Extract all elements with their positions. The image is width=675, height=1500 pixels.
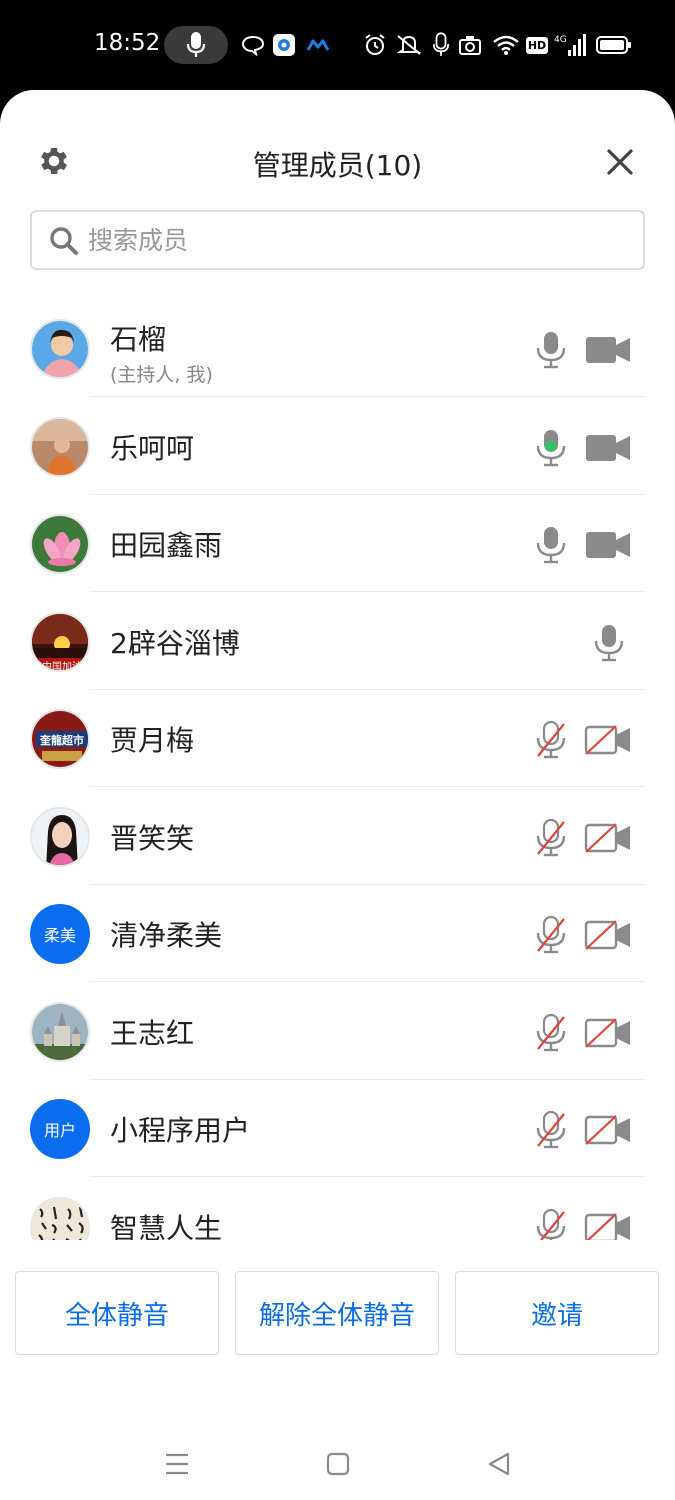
avatar [30,514,90,574]
mic-muted-icon[interactable] [534,818,568,858]
search-icon [50,227,78,255]
member-name: 乐呵呵 [110,431,195,465]
search-input[interactable] [88,220,628,260]
member-row[interactable]: 乐呵呵 [0,398,675,495]
camera-off-icon[interactable] [584,1017,632,1048]
invite-button[interactable]: 邀请 [455,1271,659,1355]
mic-muted-icon[interactable] [534,1208,568,1240]
member-name: 小程序用户 [110,1114,251,1147]
battery-icon [596,30,632,60]
camera-icon [458,30,482,60]
status-time: 18:52 [94,30,161,56]
member-row[interactable]: 中国加油 2辟谷淄博 [0,593,675,690]
system-nav-bar [0,1430,675,1500]
wifi-icon [492,30,520,60]
mute-all-button[interactable]: 全体静音 [15,1271,219,1355]
mic-muted-icon[interactable] [534,720,568,760]
mic-icon [186,32,206,57]
member-name: 智慧人生 [110,1211,223,1241]
member-row[interactable]: 王志红 [0,983,675,1080]
avatar: 柔美 [30,904,90,964]
member-row[interactable]: 柔美 清净柔美 [0,885,675,982]
camera-off-icon[interactable] [584,1115,632,1145]
avatar [30,806,90,867]
mic-icon [430,30,452,60]
avatar [30,1196,90,1240]
mic-muted-icon[interactable] [534,915,568,955]
app-icon [272,30,296,60]
hd-icon: HD [525,36,549,54]
member-list[interactable]: 石榴 (主持人, 我) 乐呵呵 田园鑫雨 中国加油 2辟谷淄博 奎龍超市 贾月梅… [0,300,675,1240]
camera-off-icon[interactable] [584,920,632,950]
mic-icon[interactable] [534,330,568,370]
mic-icon[interactable] [534,428,568,468]
mic-icon[interactable] [534,525,568,565]
member-row[interactable]: 晋笑笑 [0,788,675,885]
unmute-all-button[interactable]: 解除全体静音 [235,1271,439,1355]
camera-icon[interactable] [584,335,632,365]
page-title: 管理成员(10) [252,149,423,182]
home-icon[interactable] [318,1444,358,1484]
svg-text:中国加油: 中国加油 [42,660,82,672]
mic-indicator [164,26,228,64]
signal-4g-icon: 4G [554,30,586,60]
member-name: 2辟谷淄博 [110,626,240,660]
chat-bubble-icon [240,30,266,60]
svg-text:4G: 4G [554,35,567,45]
avatar [30,416,90,477]
camera-icon[interactable] [584,433,632,463]
member-name: 田园鑫雨 [110,529,223,562]
avatar: 用户 [30,1099,90,1159]
member-name: 王志红 [110,1016,195,1050]
assistant-icon [306,30,330,60]
avatar [30,319,90,379]
avatar: 中国加油 [30,611,90,672]
member-name: 晋笑笑 [110,821,195,855]
manage-members-sheet: 管理成员(10) 石榴 (主持人, 我) 乐呵呵 田园鑫雨 [0,90,675,1500]
avatar: 奎龍超市 [30,709,90,769]
camera-off-icon[interactable] [584,1212,632,1240]
member-row[interactable]: 奎龍超市 贾月梅 [0,690,675,787]
mic-muted-icon[interactable] [534,1013,568,1053]
close-icon[interactable] [604,146,636,178]
member-row[interactable]: 田园鑫雨 [0,495,675,592]
search-bar [30,210,645,270]
mute-icon [394,30,424,60]
camera-icon[interactable] [584,530,632,560]
alarm-icon [362,30,388,60]
mic-icon[interactable] [592,623,626,663]
member-row[interactable]: 用户 小程序用户 [0,1080,675,1177]
member-role: (主持人, 我) [110,364,213,386]
member-name: 石榴 [110,323,167,356]
member-row[interactable]: 智慧人生 [0,1178,675,1241]
back-icon[interactable] [479,1444,519,1484]
sheet-header: 管理成员(10) [0,90,675,200]
mic-muted-icon[interactable] [534,1110,568,1150]
member-row[interactable]: 石榴 (主持人, 我) [0,300,675,397]
avatar [30,1001,90,1062]
member-name: 贾月梅 [110,724,195,757]
menu-icon[interactable] [157,1444,197,1484]
camera-off-icon[interactable] [584,822,632,853]
member-name: 清净柔美 [110,919,223,952]
svg-text:奎龍超市: 奎龍超市 [39,733,84,747]
status-bar: 18:52 HD 4G [0,0,675,90]
camera-off-icon[interactable] [584,725,632,755]
